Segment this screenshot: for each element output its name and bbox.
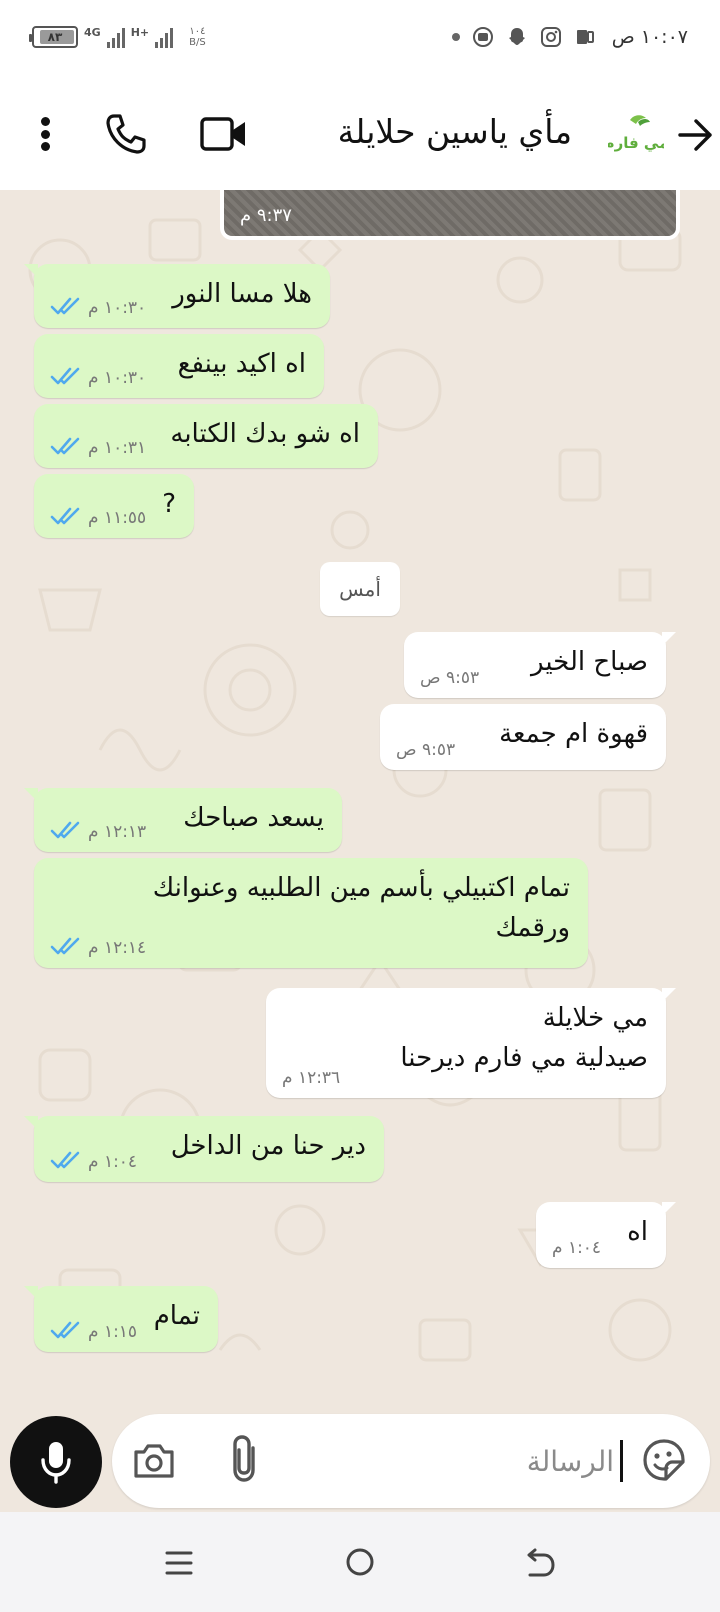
outgoing-message[interactable]: ? ١١:٥٥ م [34,474,194,538]
message-time: ٩:٥٣ ص [396,740,456,760]
contact-avatar-logo[interactable]: مي فارم [608,112,664,160]
attach-icon[interactable] [230,1434,264,1484]
notification-dot-icon [451,33,460,41]
video-call-icon[interactable] [200,116,248,152]
outgoing-message[interactable]: هلا مسا النور ١٠:٣٠ م [24,264,330,328]
message-text: اه [627,1217,648,1247]
message-text: هلا مسا النور [172,279,312,309]
image-message[interactable]: ٩:٣٧ م [220,190,680,240]
message-input[interactable] [352,1434,614,1488]
incoming-message[interactable]: اه ١:٠٤ م [536,1202,676,1268]
read-ticks-icon [50,297,80,315]
instagram-icon [540,27,561,47]
phone-icon[interactable] [104,112,148,156]
message-time: ١٠:٣٠ م [88,298,147,318]
message-time: ١٢:٣٦ م [282,1068,341,1088]
home-icon[interactable] [344,1546,376,1578]
outgoing-message[interactable]: دير حنا من الداخل ١:٠٤ م [24,1116,384,1182]
message-time: ١:٠٤ م [88,1152,138,1172]
contact-name[interactable]: مأي ياسين حلايلة [338,112,572,151]
network-type-label-2: H+ [130,25,150,39]
outgoing-message[interactable]: اه اكيد بينفع ١٠:٣٠ م [34,334,324,398]
composer-bar [0,1408,720,1512]
speed-value: ١٠٤ [189,26,206,37]
snapchat-icon [508,28,525,45]
battery-level: ٨٣ [47,30,63,44]
outgoing-message[interactable]: يسعد صباحك ١٢:١٣ م [24,788,342,852]
read-ticks-icon [50,1321,80,1339]
message-time: ١١:٥٥ م [88,508,147,528]
message-text: اه اكيد بينفع [177,349,306,379]
message-time: ١٠:٣١ م [88,438,147,458]
message-time: ١:٠٤ م [552,1238,602,1258]
message-text: اه شو بدك الكتابه [170,419,360,449]
text-cursor [620,1440,623,1482]
message-time: ١٠:٣٠ م [88,368,147,388]
message-time: ٩:٣٧ م [240,205,292,226]
message-composer [112,1414,710,1508]
system-nav-bar [0,1512,720,1612]
incoming-message[interactable]: قهوة ام جمعة ٩:٥٣ ص [380,704,666,770]
app-notification-icon [576,30,594,44]
voice-record-button[interactable] [10,1416,102,1508]
network-speed: ١٠٤ B/S [189,26,206,48]
message-time: ١٢:١٣ م [88,822,147,842]
incoming-message[interactable]: صباح الخير ٩:٥٣ ص [404,632,676,698]
read-ticks-icon [50,821,80,839]
mic-icon [41,1442,71,1484]
message-text: دير حنا من الداخل [170,1131,366,1161]
status-left: ٨٣ 4G H+ ١٠٤ B/S [29,25,206,48]
message-text: تمام اكتبيلي بأسم مين الطلبيه وعنوانك ور… [152,873,570,943]
outgoing-message[interactable]: تمام ١:١٥ م [24,1286,218,1352]
battery-icon: ٨٣ [29,26,78,48]
message-text: صباح الخير [530,647,648,677]
status-bar: ٨٣ 4G H+ ١٠٤ B/S ١٠:٠٧ ص [0,0,720,82]
image-thumbnail[interactable]: ٩:٣٧ م [224,190,676,236]
status-right: ١٠:٠٧ ص [451,26,688,48]
back-icon[interactable] [524,1548,556,1578]
message-text: مي خلايلة صيدلية مي فارم ديرحنا [400,1003,648,1073]
message-text: قهوة ام جمعة [499,719,648,749]
message-text: ? [162,489,176,519]
outgoing-message[interactable]: تمام اكتبيلي بأسم مين الطلبيه وعنوانك ور… [34,858,588,968]
chat-header: مأي ياسين حلايلة مي فارم [0,82,720,190]
read-ticks-icon [50,1151,80,1169]
clock: ١٠:٠٧ ص [611,26,688,48]
more-vert-icon[interactable] [30,112,60,156]
message-text: تمام [153,1301,200,1331]
incoming-message[interactable]: مي خلايلة صيدلية مي فارم ديرحنا ١٢:٣٦ م [266,988,676,1098]
message-text: يسعد صباحك [183,803,324,833]
read-ticks-icon [50,507,80,525]
read-ticks-icon [50,937,80,955]
media-notification-icon [472,27,493,47]
message-time: ١:١٥ م [88,1322,138,1342]
read-ticks-icon [50,437,80,455]
recent-apps-icon[interactable] [164,1548,194,1578]
day-separator: أمس [320,562,400,616]
message-time: ٩:٥٣ ص [420,668,480,688]
camera-icon[interactable] [132,1440,176,1480]
message-time: ١٢:١٤ م [88,938,147,958]
sticker-icon[interactable] [642,1438,686,1482]
read-ticks-icon [50,367,80,385]
outgoing-message[interactable]: اه شو بدك الكتابه ١٠:٣١ م [34,404,378,468]
speed-unit: B/S [189,37,206,48]
network-type-label: 4G [84,25,101,39]
logo-text: مي فارم [608,134,664,152]
signal-icon [106,26,125,48]
back-arrow-icon[interactable] [676,116,714,154]
signal-icon-2 [155,26,174,48]
chat-area[interactable]: ٩:٣٧ م هلا مسا النور ١٠:٣٠ م اه اكيد بين… [0,190,720,1418]
